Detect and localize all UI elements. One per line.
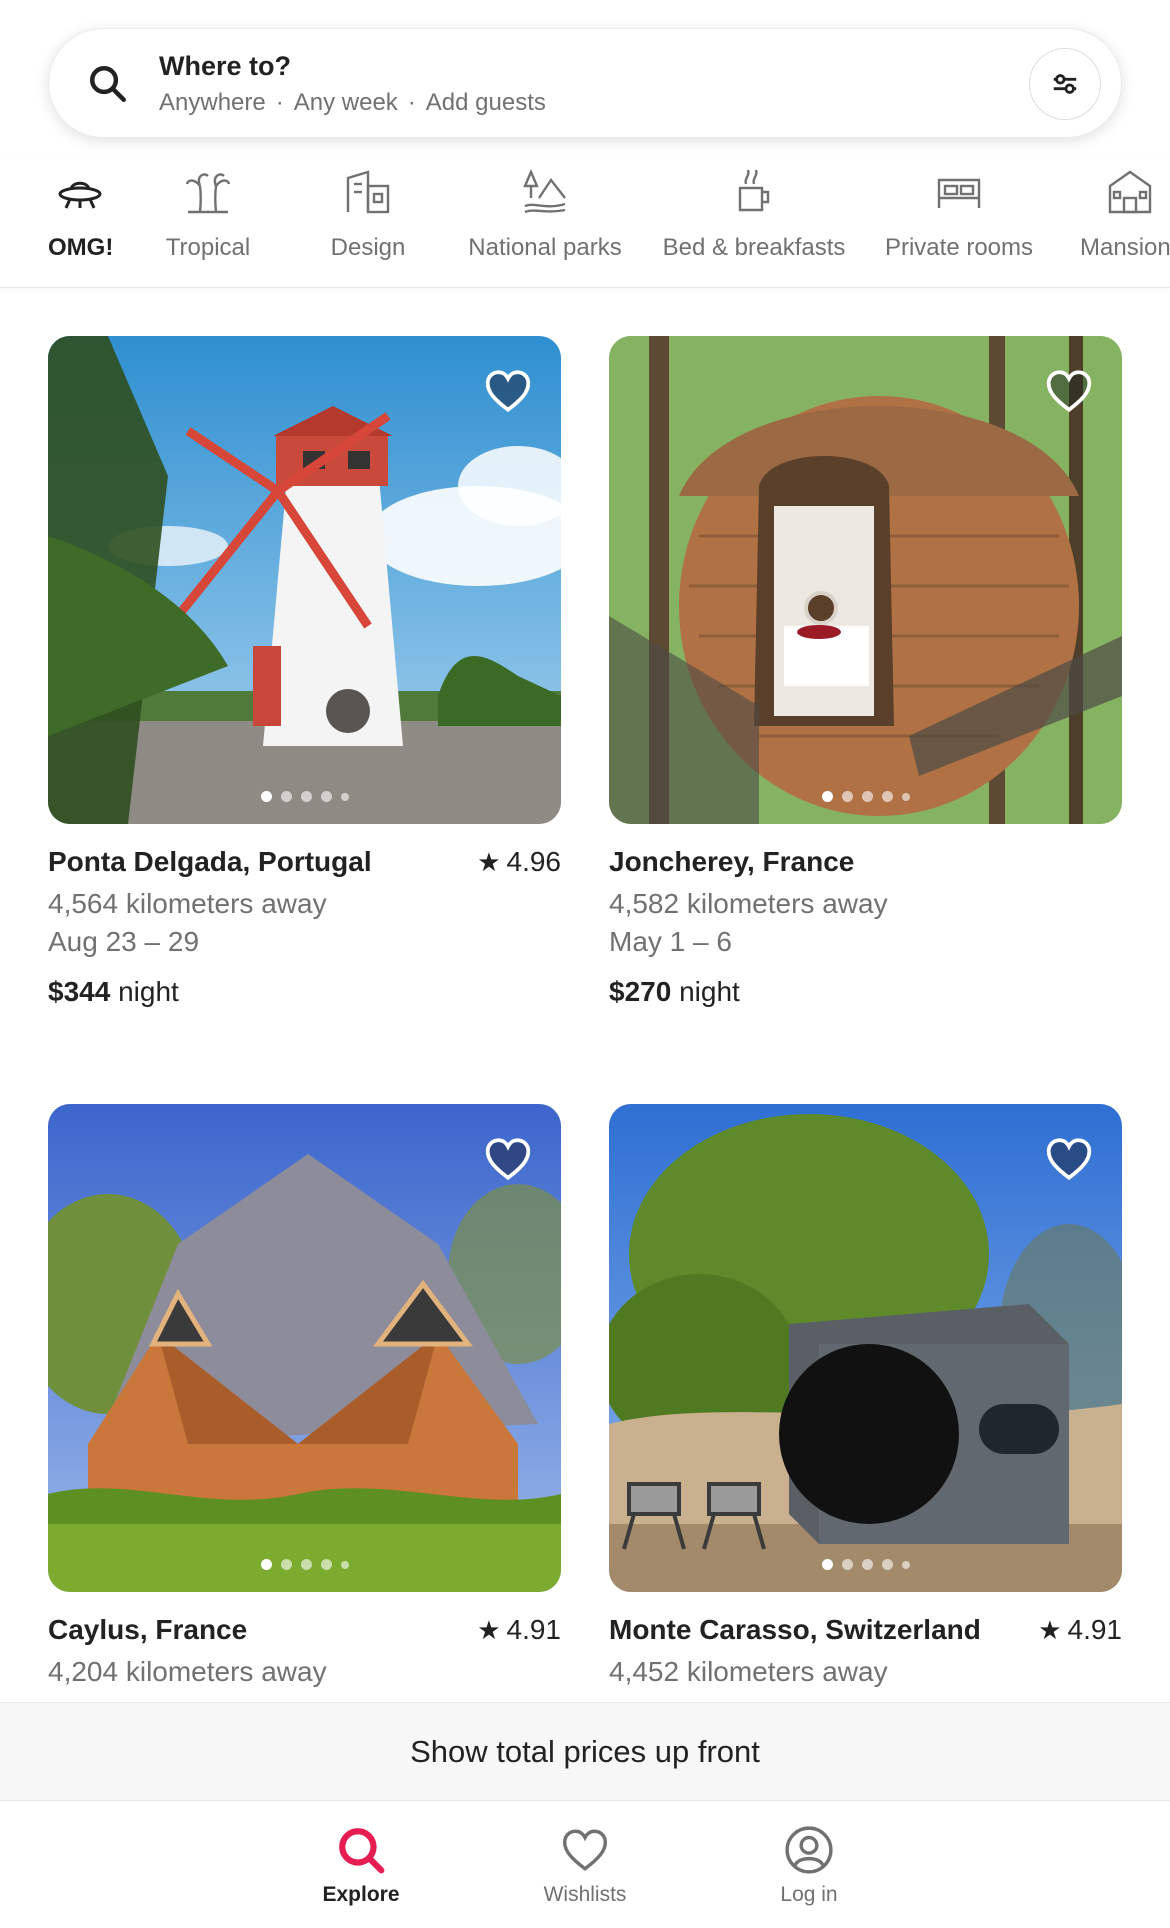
- category-mansion[interactable]: Mansion: [1080, 168, 1170, 262]
- listing-card[interactable]: Monte Carasso, Switzerland ★ 4.91 4,452 k…: [609, 1104, 1122, 1688]
- heart-icon[interactable]: [1044, 1134, 1094, 1184]
- listing-distance: 4,204 kilometers away: [48, 1656, 327, 1687]
- listing-distance: 4,582 kilometers away: [609, 888, 888, 919]
- carousel-dots: [609, 1559, 1122, 1570]
- search-bar[interactable]: Where to? Anywhere · Any week · Add guests: [48, 28, 1122, 138]
- listing-location: Joncherey, France: [609, 846, 855, 877]
- listing-photo[interactable]: [609, 1104, 1122, 1592]
- search-when: Any week: [293, 89, 398, 116]
- park-icon: [523, 168, 566, 214]
- search-subtitle: Anywhere · Any week · Add guests: [159, 89, 546, 116]
- star-icon: ★: [1038, 1615, 1062, 1645]
- nav-wishlists[interactable]: Wishlists: [505, 1825, 665, 1907]
- ufo-icon: [58, 181, 102, 209]
- listing-location: Ponta Delgada, Portugal: [48, 846, 372, 877]
- total-prices-banner[interactable]: Show total prices up front: [0, 1702, 1170, 1800]
- star-icon: ★: [477, 847, 501, 877]
- carousel-dots: [609, 791, 1122, 802]
- listing-location: Caylus, France: [48, 1614, 248, 1645]
- carousel-dots: [48, 1559, 561, 1570]
- nav-login[interactable]: Log in: [729, 1825, 889, 1907]
- listing-photo[interactable]: [48, 1104, 561, 1592]
- building-icon: [346, 170, 390, 214]
- listing-price: $344 night: [48, 976, 179, 1007]
- category-bar: OMG! Tropical Design National parks Bed …: [0, 160, 1170, 288]
- listing-rating: ★ 4.96: [477, 846, 561, 877]
- listing-location: Monte Carasso, Switzerland: [609, 1614, 981, 1645]
- category-omg[interactable]: OMG!: [48, 168, 113, 262]
- palm-tree-icon: [185, 173, 231, 214]
- search-where: Anywhere: [159, 89, 266, 116]
- search-title: Where to?: [159, 51, 291, 81]
- category-design[interactable]: Design: [318, 168, 418, 262]
- listing-dates: Aug 23 – 29: [48, 926, 200, 957]
- search-icon: [339, 1828, 385, 1874]
- star-icon: ★: [477, 1615, 501, 1645]
- listing-rating: ★ 4.91: [1038, 1614, 1122, 1645]
- heart-icon: [562, 1829, 608, 1871]
- listing-rating: ★ 4.91: [477, 1614, 561, 1645]
- heart-icon[interactable]: [483, 1134, 533, 1184]
- listing-dates: May 1 – 6: [609, 926, 732, 957]
- coffee-cup-icon: [738, 169, 770, 212]
- filter-sliders-icon: [1053, 74, 1077, 94]
- heart-icon[interactable]: [483, 366, 533, 416]
- bottom-nav: Explore Wishlists Log in: [0, 1800, 1170, 1928]
- banner-text: Show total prices up front: [410, 1733, 760, 1769]
- listing-photo[interactable]: [48, 336, 561, 824]
- carousel-dots: [48, 791, 561, 802]
- listing-distance: 4,564 kilometers away: [48, 888, 327, 919]
- listing-photo[interactable]: [609, 336, 1122, 824]
- listing-card[interactable]: Caylus, France ★ 4.91 4,204 kilometers aw…: [48, 1104, 561, 1688]
- category-bed-breakfasts[interactable]: Bed & breakfasts: [658, 168, 850, 262]
- search-icon: [90, 66, 126, 102]
- user-icon: [785, 1826, 833, 1874]
- bed-icon: [937, 178, 981, 208]
- category-private-rooms[interactable]: Private rooms: [880, 168, 1038, 262]
- listing-price: $270 night: [609, 976, 740, 1007]
- category-national-parks[interactable]: National parks: [464, 168, 626, 262]
- listing-card[interactable]: Joncherey, France 4,582 kilometers away …: [609, 336, 1122, 1008]
- category-tropical[interactable]: Tropical: [158, 168, 258, 262]
- mansion-icon: [1108, 170, 1152, 214]
- filters-button[interactable]: [1029, 48, 1101, 120]
- nav-explore[interactable]: Explore: [281, 1825, 441, 1907]
- listing-card[interactable]: Ponta Delgada, Portugal ★ 4.96 4,564 kilo…: [48, 336, 561, 1008]
- listing-distance: 4,452 kilometers away: [609, 1656, 888, 1687]
- search-guests: Add guests: [425, 89, 546, 116]
- heart-icon[interactable]: [1044, 366, 1094, 416]
